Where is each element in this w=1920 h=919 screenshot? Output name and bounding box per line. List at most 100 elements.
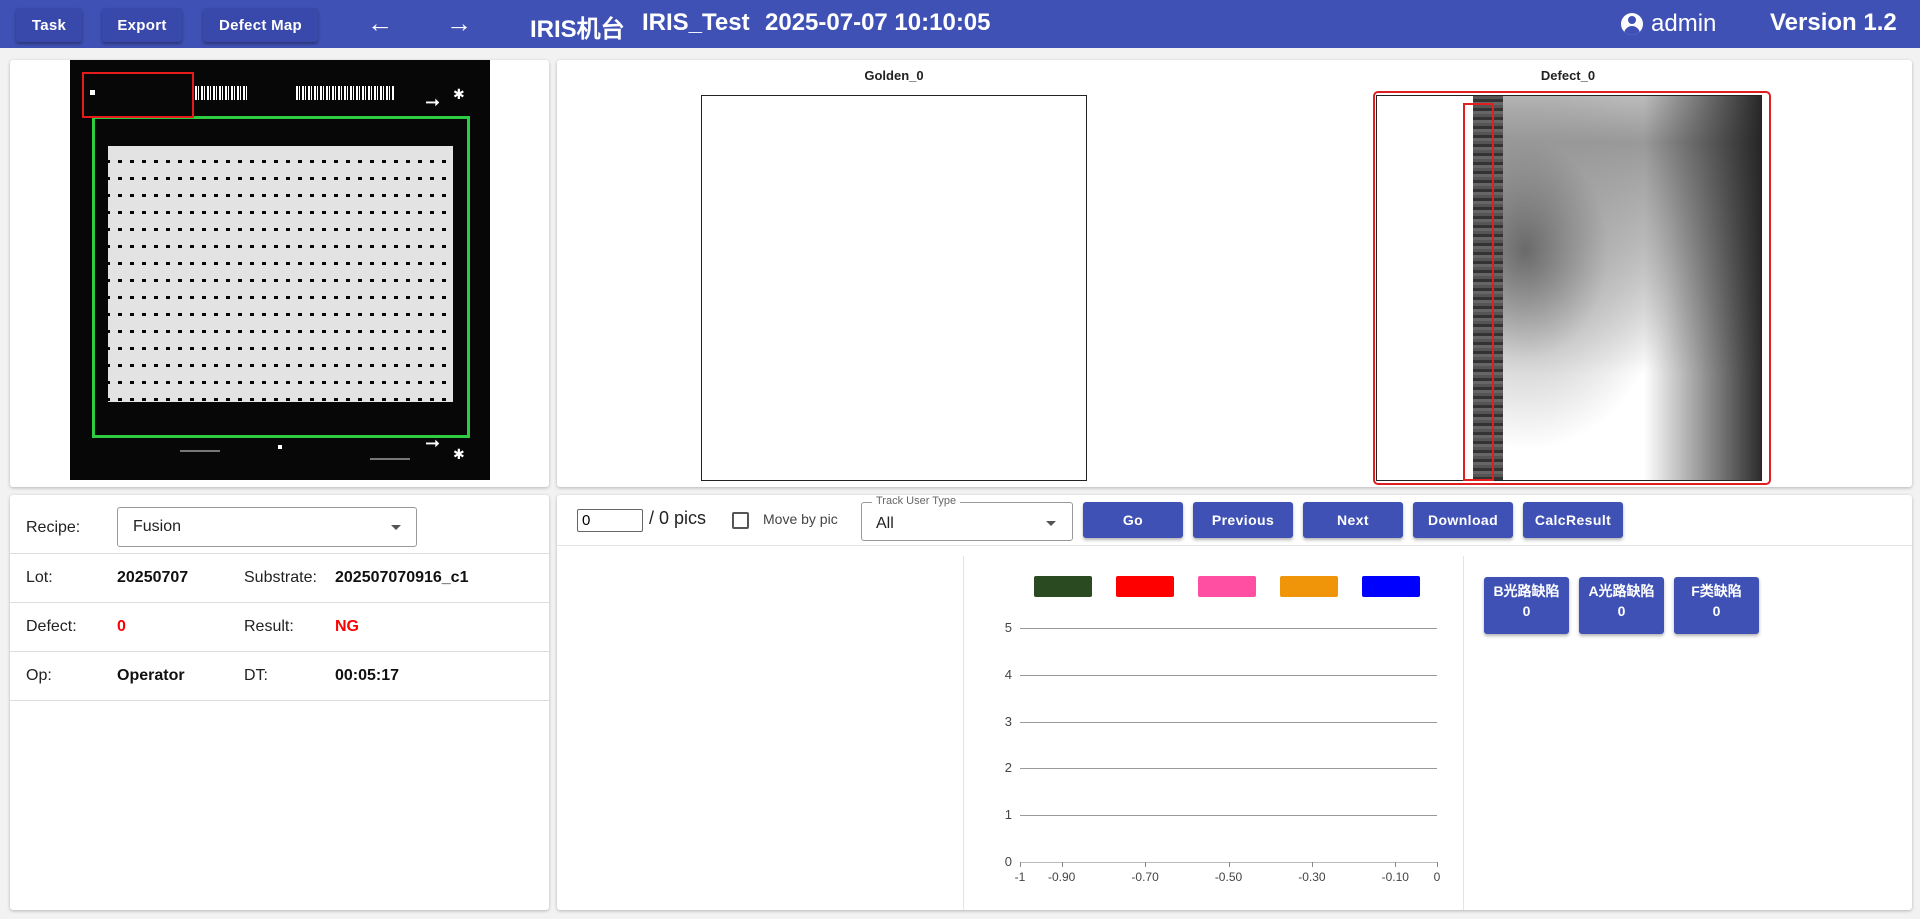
wafer-map-panel: ➞ ✱ ➞ ✱ <box>10 60 549 487</box>
defect-title: Defect_0 <box>1540 68 1596 83</box>
stat-b-label: B光路缺陷 <box>1493 583 1560 599</box>
chart-divider-left <box>963 556 964 910</box>
lot-row: Lot: 20250707 Substrate: 202507070916_c1 <box>10 554 549 603</box>
roi-box <box>82 72 194 118</box>
x-tick-mark <box>1395 862 1397 867</box>
op-value: Operator <box>117 667 185 684</box>
stat-f-count: 0 <box>1712 603 1721 619</box>
recipe-select[interactable]: Fusion <box>117 507 417 547</box>
gridline-y-4 <box>1020 674 1437 676</box>
analysis-panel <box>557 495 1912 910</box>
y-tick-label: 3 <box>1004 713 1012 729</box>
track-user-type-label: Track User Type <box>872 495 961 507</box>
chart-divider-right <box>1463 556 1464 910</box>
stat-b-count: 0 <box>1522 603 1531 619</box>
move-by-pic-checkbox[interactable] <box>732 512 749 529</box>
x-tick-label: -0.50 <box>1214 870 1243 884</box>
golden-title: Golden_0 <box>864 68 924 83</box>
y-tick-label: 1 <box>1004 807 1012 823</box>
x-tick-label: -0.90 <box>1048 870 1076 884</box>
die-grid <box>108 146 453 402</box>
x-tick-mark <box>1228 862 1230 867</box>
version-label: Version 1.2 <box>1770 9 1897 36</box>
gridline-y-2 <box>1020 768 1437 770</box>
previous-button[interactable]: Previous <box>1193 502 1293 538</box>
legend-swatch-4[interactable] <box>1280 576 1338 597</box>
project-title: IRIS_Test <box>642 9 750 36</box>
stat-a-label: A光路缺陷 <box>1588 583 1655 599</box>
recipe-value: Fusion <box>133 518 182 535</box>
track-user-type-select[interactable]: Track User Type All <box>861 495 1073 541</box>
gridline-y-1 <box>1020 815 1437 817</box>
legend-swatch-1[interactable] <box>1034 576 1092 597</box>
stat-a-count: 0 <box>1617 603 1626 619</box>
defect-image[interactable] <box>1376 95 1762 481</box>
calc-result-button[interactable]: CalcResult <box>1523 502 1623 538</box>
x-tick-mark <box>1311 862 1313 867</box>
y-tick-label: 5 <box>1004 620 1012 635</box>
next-button[interactable]: Next <box>1303 502 1403 538</box>
stat-f-class[interactable]: F类缺陷 0 <box>1674 577 1759 634</box>
result-label: Result: <box>244 618 294 635</box>
orientation-arrow-icon: ➞ <box>425 92 441 112</box>
dt-value: 00:05:17 <box>335 667 400 684</box>
substrate-label: Substrate: <box>244 569 317 586</box>
user-name: admin <box>1651 10 1717 37</box>
bottom-text-right <box>370 458 410 460</box>
x-tick-mark <box>1437 862 1438 867</box>
legend-swatch-3[interactable] <box>1198 576 1256 597</box>
recipe-label: Recipe: <box>26 519 81 536</box>
stat-a-path[interactable]: A光路缺陷 0 <box>1579 577 1664 634</box>
stat-b-path[interactable]: B光路缺陷 0 <box>1484 577 1569 634</box>
bottom-dot <box>278 445 282 449</box>
go-button[interactable]: Go <box>1083 502 1183 538</box>
star-mark-bottom-icon: ✱ <box>453 446 465 462</box>
controls-divider <box>557 545 1912 546</box>
gridline-y-3 <box>1020 721 1437 723</box>
legend-swatch-5[interactable] <box>1362 576 1420 597</box>
x-tick-label: -0.70 <box>1131 870 1159 884</box>
track-user-type-value: All <box>876 515 894 532</box>
top-app-bar: Task Export Defect Map ← → IRIS机台 IRIS_T… <box>0 0 1920 48</box>
lot-value: 20250707 <box>117 569 189 586</box>
wafer-map-image[interactable]: ➞ ✱ ➞ ✱ <box>70 60 490 480</box>
datetime-title: 2025-07-07 10:10:05 <box>765 9 991 36</box>
move-by-pic-label: Move by pic <box>763 511 838 527</box>
defect-shadow <box>1499 96 1761 480</box>
defect-label: Defect: <box>26 618 77 635</box>
user-menu[interactable]: admin <box>1621 9 1716 39</box>
stat-f-label: F类缺陷 <box>1691 583 1742 599</box>
y-tick-label: 2 <box>1004 760 1012 776</box>
substrate-value: 202507070916_c1 <box>335 569 469 586</box>
barcode-left <box>195 86 247 100</box>
x-tick-mark <box>1145 862 1147 867</box>
lot-label: Lot: <box>26 569 53 586</box>
task-button[interactable]: Task <box>16 8 82 42</box>
golden-image[interactable] <box>701 95 1087 481</box>
y-tick-label: 0 <box>1004 854 1012 869</box>
account-icon <box>1621 13 1643 35</box>
machine-title: IRIS机台 <box>530 16 625 43</box>
x-tick-mark <box>1020 862 1021 867</box>
gridline-y-5 <box>1020 628 1437 629</box>
dt-label: DT: <box>244 667 268 684</box>
export-button[interactable]: Export <box>102 8 182 42</box>
pics-count: / 0 pics <box>649 508 707 528</box>
pic-index-input[interactable] <box>577 509 643 532</box>
arrow-left-icon[interactable]: ← <box>364 10 396 38</box>
arrow-right-icon[interactable]: → <box>443 10 475 38</box>
download-button[interactable]: Download <box>1413 502 1513 538</box>
x-tick-mark <box>1061 862 1063 867</box>
legend-swatch-2[interactable] <box>1116 576 1174 597</box>
x-tick-label: 0 <box>1433 870 1441 884</box>
result-value: NG <box>335 618 359 635</box>
defect-bounding-box <box>1463 103 1494 481</box>
x-tick-label: -0.10 <box>1381 870 1409 884</box>
bottom-text-left <box>180 450 220 452</box>
x-tick-label: -0.30 <box>1298 870 1326 884</box>
defect-count: 0 <box>117 618 126 635</box>
chevron-down-icon <box>1046 521 1056 526</box>
chevron-down-icon <box>391 525 401 530</box>
x-tick-label: -1 <box>1014 870 1026 884</box>
defect-map-button[interactable]: Defect Map <box>203 8 318 42</box>
